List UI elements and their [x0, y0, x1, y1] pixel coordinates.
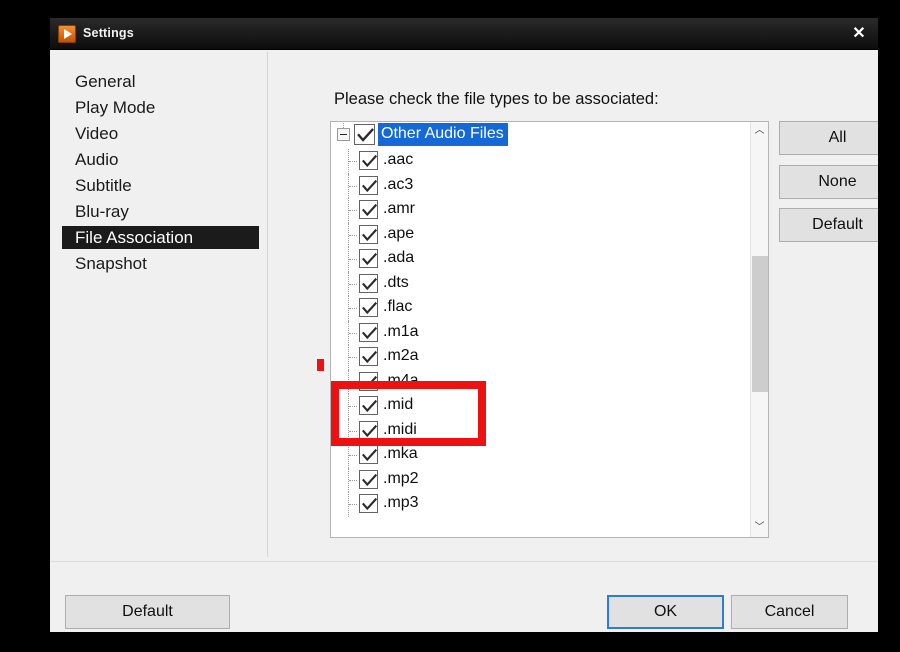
file-type-label: .flac — [383, 298, 413, 315]
tree-item-row[interactable]: .aac — [331, 149, 750, 174]
tree-item-row[interactable]: .mid — [331, 394, 750, 419]
window-title: Settings — [83, 26, 134, 40]
tree-item-row[interactable]: .mp2 — [331, 467, 750, 492]
select-none-button[interactable]: None — [779, 165, 878, 199]
tree-item-row[interactable]: .ac3 — [331, 173, 750, 198]
sidebar-item-snapshot[interactable]: Snapshot — [62, 252, 259, 275]
tree-item-row[interactable]: .ada — [331, 247, 750, 272]
tree-item-row[interactable]: .ape — [331, 222, 750, 247]
sidebar-item-play-mode[interactable]: Play Mode — [62, 96, 259, 119]
tree-root-label: Other Audio Files — [378, 123, 508, 146]
file-type-label: .amr — [383, 200, 415, 217]
close-icon[interactable]: ✕ — [846, 22, 872, 46]
file-type-label: .m2a — [383, 347, 419, 364]
file-type-label: .aac — [383, 151, 414, 168]
tree-item-row[interactable]: .m4a — [331, 369, 750, 394]
file-type-checkbox[interactable] — [359, 151, 378, 170]
sidebar-item-blu-ray[interactable]: Blu-ray — [62, 200, 259, 223]
list-scrollbar[interactable]: ︿ ﹀ — [750, 122, 768, 537]
tree-item-row[interactable]: .midi — [331, 418, 750, 443]
file-type-label: .ada — [383, 249, 415, 266]
sidebar-item-subtitle[interactable]: Subtitle — [62, 174, 259, 197]
file-type-label: .midi — [383, 420, 417, 438]
play-icon — [58, 25, 76, 43]
sidebar: General Play Mode Video Audio Subtitle Blu-ra… — [50, 50, 267, 561]
scrollbar-thumb[interactable] — [752, 256, 768, 392]
tree-item-row[interactable]: .amr — [331, 198, 750, 223]
file-type-checkbox[interactable] — [359, 322, 378, 342]
file-type-checkbox[interactable] — [359, 347, 378, 366]
settings-pane: Please check the file types to be associ… — [268, 50, 878, 561]
file-type-checkbox[interactable] — [359, 273, 378, 293]
file-type-checkbox[interactable] — [359, 445, 378, 464]
file-type-checkbox[interactable] — [359, 200, 378, 219]
scroll-down-icon[interactable]: ﹀ — [751, 519, 768, 537]
tree-root-row[interactable]: Other Audio Files — [331, 123, 750, 148]
file-type-tree: Other Audio Files .aac .ac3 .amr .ape .ada .dt… — [331, 122, 750, 537]
select-default-button[interactable]: Default — [779, 208, 878, 242]
dialog-body: General Play Mode Video Audio Subtitle Blu-ra… — [50, 50, 878, 632]
file-type-label: .ape — [383, 224, 415, 242]
page-instruction: Please check the file types to be associ… — [334, 90, 659, 108]
file-type-checkbox[interactable] — [359, 298, 378, 317]
file-type-checkbox[interactable] — [359, 249, 378, 268]
dialog-footer: Default OK Cancel — [50, 562, 878, 632]
tree-item-row[interactable]: .m2a — [331, 345, 750, 370]
cancel-button[interactable]: Cancel — [731, 595, 848, 629]
file-type-checkbox[interactable] — [359, 420, 378, 440]
file-type-checkbox[interactable] — [359, 396, 378, 415]
file-type-label: .ac3 — [383, 175, 414, 193]
sidebar-item-general[interactable]: General — [62, 70, 259, 93]
tree-item-row[interactable]: .dts — [331, 271, 750, 296]
file-type-checkbox[interactable] — [359, 175, 378, 195]
settings-dialog: Settings ✕ General Play Mode Video Audio Sub… — [50, 18, 878, 632]
select-all-button[interactable]: All — [779, 121, 878, 155]
collapse-icon[interactable] — [337, 128, 350, 141]
tree-item-row[interactable]: .mp3 — [331, 492, 750, 517]
file-type-checkbox[interactable] — [359, 224, 378, 244]
sidebar-item-audio[interactable]: Audio — [62, 148, 259, 171]
file-type-label: .dts — [383, 273, 409, 291]
tree-item-row[interactable]: .m1a — [331, 320, 750, 345]
tree-item-row[interactable]: .mka — [331, 443, 750, 468]
file-type-label: .m1a — [383, 322, 419, 340]
sidebar-item-video[interactable]: Video — [62, 122, 259, 145]
scroll-up-icon[interactable]: ︿ — [751, 122, 768, 140]
file-type-label: .mp2 — [383, 469, 419, 487]
title-bar: Settings ✕ — [50, 18, 878, 50]
ok-button[interactable]: OK — [607, 595, 724, 629]
file-type-label: .mp3 — [383, 494, 419, 511]
file-type-label: .m4a — [383, 371, 419, 389]
tree-root-checkbox[interactable] — [354, 124, 375, 145]
file-type-checkbox[interactable] — [359, 494, 378, 513]
file-type-checkbox[interactable] — [359, 371, 378, 391]
tree-item-row[interactable]: .flac — [331, 296, 750, 321]
default-button[interactable]: Default — [65, 595, 230, 629]
file-type-checkbox[interactable] — [359, 469, 378, 489]
file-type-label: .mid — [383, 396, 414, 413]
file-type-list[interactable]: Other Audio Files .aac .ac3 .amr .ape .ada .dt… — [330, 121, 769, 538]
sidebar-item-file-association[interactable]: File Association — [62, 226, 259, 249]
file-type-label: .mka — [383, 445, 418, 462]
